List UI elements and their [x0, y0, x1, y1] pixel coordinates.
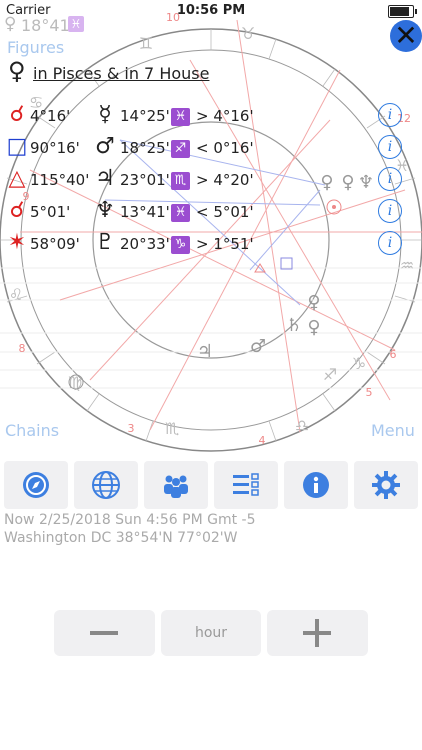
orb-result: < 5°01' [196, 203, 254, 221]
aspect-row: ☌ 4°16' ☿ 14°25' ♓ > 4°16' [0, 101, 422, 131]
decrement-button[interactable] [54, 610, 155, 656]
aspect-glyph: ☌ [9, 102, 25, 127]
people-icon [164, 475, 188, 498]
info-button[interactable] [284, 461, 348, 509]
sign-sagittarius: ♐ [323, 365, 337, 384]
svg-text:♀: ♀ [307, 292, 320, 313]
planet-glyph: ♂ [95, 134, 115, 159]
sign-taurus: ♉ [241, 24, 255, 43]
datetime-info: Now 2/25/2018 Sun 4:56 PM Gmt -5 [4, 512, 256, 528]
aspect-glyph: △ [8, 166, 26, 191]
aspect-angle: 4°16' [30, 107, 71, 125]
aspect-angle: 115°40' [30, 171, 90, 189]
planet-position: 18°25' [120, 139, 170, 157]
planet-position: 13°41' [120, 203, 170, 221]
title-planet-glyph: ♀ [8, 57, 26, 85]
header-planet-glyph: ♀ [4, 14, 17, 34]
location-info: Washington DC 38°54'N 77°02'W [4, 530, 238, 546]
svg-text:♃: ♃ [197, 341, 213, 362]
close-icon[interactable]: ✕ [390, 20, 422, 52]
orb-result: > 4°20' [196, 171, 254, 189]
house-3: 3 [128, 422, 135, 435]
planet-position: 23°01' [120, 171, 170, 189]
aspect-row: ✶ 58°09' ♇ 20°33' ♑ > 1°51' [0, 229, 422, 259]
orb-result: > 4°16' [196, 107, 254, 125]
header-sign-badge: ♓ [68, 16, 84, 32]
sign-badge: ♓ [171, 108, 190, 126]
svg-text:♂: ♂ [250, 336, 266, 357]
sign-scorpio: ♏ [165, 419, 179, 438]
toolbar [3, 461, 419, 509]
list-icon [233, 473, 259, 496]
aspect-glyph: ✶ [7, 230, 27, 255]
time-unit-selector[interactable]: hour [161, 610, 261, 656]
planet-position: 14°25' [120, 107, 170, 125]
planet-glyph: ♇ [95, 230, 115, 255]
aspect-angle: 5°01' [30, 203, 71, 221]
aspect-angle: 90°16' [30, 139, 80, 157]
info-icon [303, 472, 329, 498]
list-button[interactable] [214, 461, 278, 509]
info-button-row-3[interactable]: i [378, 167, 402, 191]
aspect-glyph: ☌ [9, 198, 25, 223]
globe-icon [92, 471, 120, 499]
orb-result: < 0°16' [196, 139, 254, 157]
gear-icon [372, 471, 400, 499]
planet-glyph: ☿ [98, 102, 112, 127]
figures-button[interactable]: Figures [7, 38, 64, 57]
settings-button[interactable] [354, 461, 418, 509]
svg-text:♀: ♀ [307, 317, 320, 338]
compass-icon [23, 472, 49, 498]
menu-button[interactable]: Menu [371, 421, 415, 440]
info-button-row-2[interactable]: i [378, 135, 402, 159]
house-4: 4 [259, 434, 266, 447]
sign-gemini: ♊ [139, 34, 153, 53]
svg-text:♄: ♄ [286, 315, 302, 336]
aspect-row: ☌ 5°01' ♆ 13°41' ♓ < 5°01' [0, 197, 422, 227]
sign-badge: ♑ [171, 236, 190, 254]
header-degree: 18°41' [21, 16, 75, 35]
aspect-row: △ 115°40' ♃ 23°01' ♏ > 4°20' [0, 165, 422, 195]
increment-button[interactable] [267, 610, 368, 656]
minus-icon [90, 631, 118, 635]
house-8: 8 [19, 342, 26, 355]
planet-glyph: ♃ [95, 166, 115, 191]
people-button[interactable] [144, 461, 208, 509]
page-title[interactable]: in Pisces & in 7 House [33, 64, 209, 83]
orb-result: > 1°51' [196, 235, 254, 253]
info-button-row-1[interactable]: i [378, 103, 402, 127]
sign-leo: ♌ [9, 285, 23, 304]
globe-button[interactable] [74, 461, 138, 509]
sign-capricorn: ♑ [352, 354, 366, 373]
aspect-row: □ 90°16' ♂ 18°25' ♐ < 0°16' [0, 133, 422, 163]
aspect-glyph: □ [6, 134, 28, 159]
battery-icon [388, 5, 417, 18]
sign-badge: ♐ [171, 140, 190, 158]
info-button-row-4[interactable]: i [378, 199, 402, 223]
sign-libra: ♎ [295, 416, 309, 435]
planet-position: 20°33' [120, 235, 170, 253]
compass-button[interactable] [4, 461, 68, 509]
sign-badge: ♓ [171, 204, 190, 222]
chains-button[interactable]: Chains [5, 421, 59, 440]
house-6: 6 [390, 348, 397, 361]
sign-badge: ♏ [171, 172, 190, 190]
planet-glyph: ♆ [95, 198, 115, 223]
info-button-row-5[interactable]: i [378, 231, 402, 255]
house-5: 5 [366, 386, 373, 399]
aspect-angle: 58°09' [30, 235, 80, 253]
